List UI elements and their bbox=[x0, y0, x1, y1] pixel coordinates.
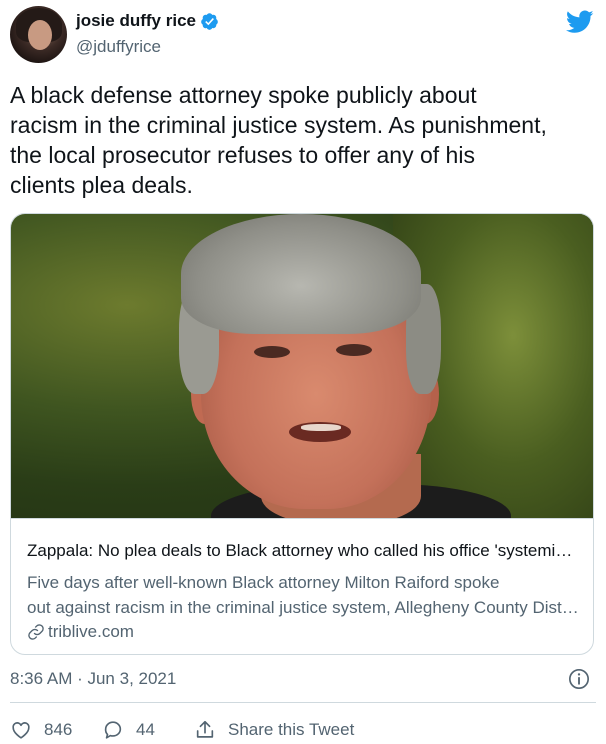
share-icon bbox=[196, 720, 214, 738]
twitter-bird-icon[interactable] bbox=[566, 10, 594, 34]
reply-button[interactable]: 44 bbox=[102, 719, 194, 741]
heart-icon bbox=[12, 722, 30, 739]
link-card-image[interactable] bbox=[11, 214, 593, 518]
link-card-body[interactable]: Zappala: No plea deals to Black attorney… bbox=[11, 518, 593, 654]
divider bbox=[10, 702, 596, 703]
tweet-header: josie duffy rice @jduffyrice bbox=[10, 6, 596, 66]
link-icon bbox=[28, 624, 44, 640]
share-label: Share this Tweet bbox=[228, 720, 355, 739]
like-button[interactable]: 846 bbox=[10, 719, 102, 741]
link-card-domain: triblive.com bbox=[27, 622, 134, 642]
reply-bubble-icon bbox=[104, 721, 122, 739]
link-card-domain-text: triblive.com bbox=[48, 622, 134, 641]
author-name-row: josie duffy rice bbox=[76, 11, 219, 31]
link-card-description-line: Five days after well-known Black attorne… bbox=[27, 573, 500, 592]
like-count: 846 bbox=[44, 720, 73, 739]
link-card-description-line: out against racism in the criminal justi… bbox=[27, 598, 579, 617]
author-handle[interactable]: @jduffyrice bbox=[76, 37, 161, 57]
tweet-timestamp[interactable]: 8:36 AM · Jun 3, 2021 bbox=[10, 669, 176, 689]
tweet-actions: 846 44 Share this Tweet bbox=[10, 715, 354, 744]
avatar[interactable] bbox=[10, 6, 67, 63]
info-icon[interactable] bbox=[568, 668, 590, 690]
share-tweet-button[interactable]: Share this Tweet bbox=[194, 719, 354, 741]
author-display-name[interactable]: josie duffy rice bbox=[76, 11, 196, 31]
reply-count: 44 bbox=[136, 720, 155, 739]
tweet-text: A black defense attorney spoke publicly … bbox=[10, 82, 547, 198]
link-card[interactable]: Zappala: No plea deals to Black attorney… bbox=[10, 213, 594, 655]
verified-badge-icon bbox=[201, 12, 218, 30]
link-card-description: Five days after well-known Black attorne… bbox=[27, 570, 579, 620]
link-card-title: Zappala: No plea deals to Black attorney… bbox=[27, 541, 579, 560]
